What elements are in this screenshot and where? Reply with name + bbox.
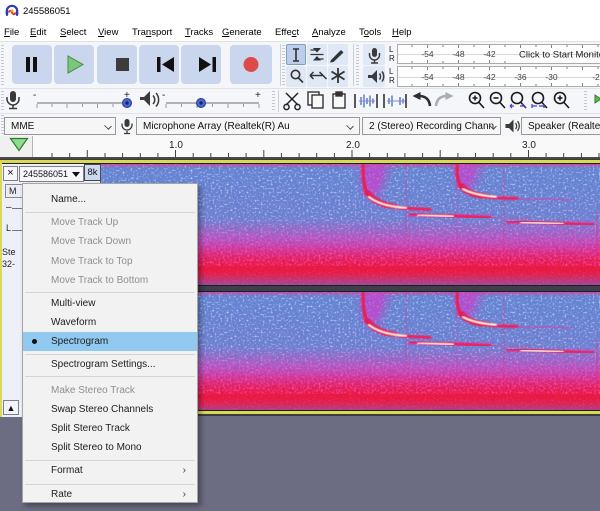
svg-text:-42: -42 [483,49,496,59]
svg-text:2.0: 2.0 [346,140,360,151]
svg-text:3.0: 3.0 [522,140,536,151]
svg-text:-2: -2 [592,72,600,82]
svg-text:1.0: 1.0 [169,140,183,151]
svg-text:-: - [33,90,36,101]
svg-text:-36: -36 [514,72,527,82]
svg-text:-42: -42 [483,72,496,82]
svg-text:-30: -30 [545,72,558,82]
svg-text:Click to Start Monitori: Click to Start Monitori [519,50,600,61]
svg-text:-: - [162,90,165,101]
svg-text:-48: -48 [452,72,465,82]
svg-text:-48: -48 [452,49,465,59]
svg-text:-54: -54 [421,49,434,59]
svg-text:-54: -54 [421,72,434,82]
svg-text:+: + [255,90,261,101]
